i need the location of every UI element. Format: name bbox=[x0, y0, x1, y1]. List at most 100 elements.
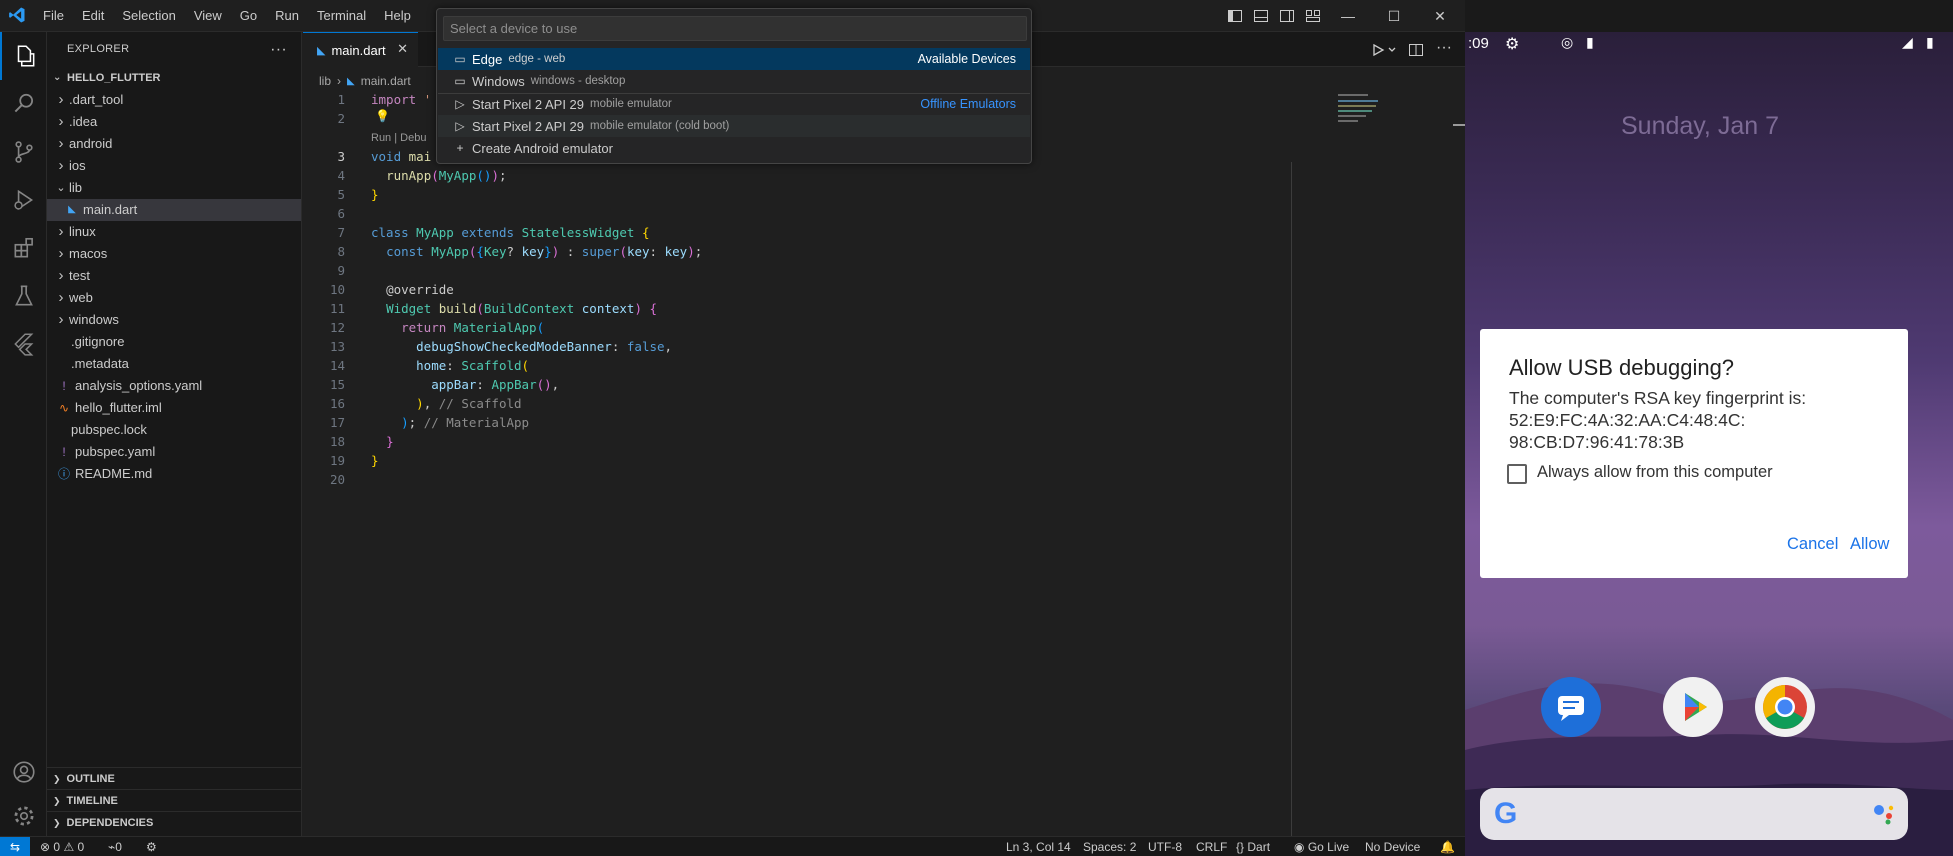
close-tab-icon[interactable]: ✕ bbox=[397, 41, 408, 57]
device-search-input[interactable]: Select a device to use bbox=[443, 16, 1027, 41]
code-line-18: } bbox=[386, 434, 394, 449]
always-allow-checkbox[interactable] bbox=[1507, 464, 1527, 484]
signal-icon: ◢ bbox=[1902, 34, 1913, 50]
breadcrumb-lib[interactable]: lib bbox=[319, 74, 331, 88]
more-actions-icon[interactable]: ··· bbox=[270, 32, 287, 67]
dependencies-section[interactable]: ❯ DEPENDENCIES bbox=[47, 811, 302, 833]
tree-item-ios[interactable]: › ios bbox=[47, 155, 301, 177]
desktop-icon: ▭ bbox=[454, 74, 466, 88]
flutter-activity[interactable] bbox=[0, 320, 47, 368]
accounts-activity[interactable] bbox=[0, 748, 47, 796]
google-search-bar[interactable]: G bbox=[1480, 788, 1908, 840]
code-lens-run-debug[interactable]: Run | Debu bbox=[371, 132, 426, 144]
ports-indicator[interactable]: ⌁0 bbox=[108, 837, 122, 856]
info-file-icon: ⓘ bbox=[57, 467, 70, 481]
toggle-secondary-sidebar-icon[interactable] bbox=[1279, 8, 1295, 24]
tree-item-analysis-options-yaml[interactable]: ! analysis_options.yaml bbox=[47, 375, 301, 397]
editor-more-icon[interactable]: ··· bbox=[1436, 39, 1452, 57]
menu-file[interactable]: File bbox=[34, 0, 73, 32]
menu-terminal[interactable]: Terminal bbox=[308, 0, 375, 32]
always-allow-label[interactable]: Always allow from this computer bbox=[1537, 463, 1773, 482]
tree-item-macos[interactable]: › macos bbox=[47, 243, 301, 265]
remote-indicator[interactable]: ⇆ bbox=[0, 837, 30, 856]
chevron-down-icon: ⌄ bbox=[56, 182, 66, 194]
tab-main-dart[interactable]: ◣ main.dart ✕ bbox=[303, 32, 418, 67]
device-option-start-emulator-cold[interactable]: ▷ Start Pixel 2 API 29 mobile emulator (… bbox=[438, 115, 1030, 137]
cursor-position[interactable]: Ln 3, Col 14 bbox=[1006, 837, 1071, 856]
tree-item-label: analysis_options.yaml bbox=[75, 378, 203, 393]
breadcrumb-main-dart[interactable]: main.dart bbox=[361, 74, 411, 88]
tree-item-dart-tool[interactable]: › .dart_tool bbox=[47, 89, 301, 111]
encoding[interactable]: UTF-8 bbox=[1148, 837, 1182, 856]
menu-edit[interactable]: Edit bbox=[73, 0, 113, 32]
device-option-edge[interactable]: ▭ Edge edge - web Available Devices bbox=[438, 48, 1030, 70]
device-option-start-emulator[interactable]: ▷ Start Pixel 2 API 29 mobile emulator O… bbox=[438, 93, 1030, 115]
menu-run[interactable]: Run bbox=[266, 0, 308, 32]
tree-item-test[interactable]: › test bbox=[47, 265, 301, 287]
tree-item-windows[interactable]: › windows bbox=[47, 309, 301, 331]
tree-item-main-dart[interactable]: ◣ main.dart bbox=[47, 199, 301, 221]
tree-item-pubspec-lock[interactable]: pubspec.lock bbox=[47, 419, 301, 441]
menu-go[interactable]: Go bbox=[231, 0, 266, 32]
tree-item-gitignore[interactable]: .gitignore bbox=[47, 331, 301, 353]
menu-selection[interactable]: Selection bbox=[113, 0, 184, 32]
search-activity[interactable] bbox=[0, 80, 47, 128]
lightbulb-icon[interactable]: 💡 bbox=[375, 109, 390, 123]
extensions-activity[interactable] bbox=[0, 224, 47, 272]
explorer-activity[interactable] bbox=[0, 32, 47, 80]
tree-item-readme-md[interactable]: ⓘ README.md bbox=[47, 463, 301, 485]
language-mode[interactable]: {} Dart bbox=[1236, 837, 1270, 856]
minimize-button[interactable]: — bbox=[1325, 0, 1371, 32]
device-selector[interactable]: No Device bbox=[1365, 837, 1420, 856]
workspace-root[interactable]: ⌄ HELLO_FLUTTER bbox=[47, 67, 301, 89]
debug-status-icon[interactable]: ⚙ bbox=[146, 837, 157, 856]
tree-item-web[interactable]: › web bbox=[47, 287, 301, 309]
messages-app-icon[interactable] bbox=[1541, 677, 1601, 737]
tree-item-label: .dart_tool bbox=[69, 92, 124, 107]
close-window-button[interactable]: ✕ bbox=[1417, 0, 1463, 32]
device-option-create-emulator[interactable]: + Create Android emulator bbox=[438, 137, 1030, 159]
tree-item-lib[interactable]: ⌄ lib bbox=[47, 177, 301, 199]
tree-item-metadata[interactable]: .metadata bbox=[47, 353, 301, 375]
tree-item-pubspec-yaml[interactable]: ! pubspec.yaml bbox=[47, 441, 301, 463]
tree-item-android[interactable]: › android bbox=[47, 133, 301, 155]
tree-item-linux[interactable]: › linux bbox=[47, 221, 301, 243]
source-control-activity[interactable] bbox=[0, 128, 47, 176]
timeline-section[interactable]: ❯ TIMELINE bbox=[47, 789, 302, 811]
tree-item-idea[interactable]: › .idea bbox=[47, 111, 301, 133]
tree-item-hello-flutter-iml[interactable]: ∿ hello_flutter.iml bbox=[47, 397, 301, 419]
problems-indicator[interactable]: ⊗ 0 ⚠ 0 bbox=[40, 837, 84, 856]
chrome-app-icon[interactable] bbox=[1755, 677, 1815, 737]
flask-icon bbox=[14, 285, 33, 306]
customize-layout-icon[interactable] bbox=[1305, 8, 1321, 24]
go-live-button[interactable]: ◉ Go Live bbox=[1294, 837, 1349, 856]
split-editor-icon[interactable] bbox=[1408, 42, 1424, 58]
testing-activity[interactable] bbox=[0, 272, 47, 320]
google-g-icon: G bbox=[1494, 797, 1518, 830]
allow-button[interactable]: Allow bbox=[1850, 535, 1889, 554]
lockscreen-date: Sunday, Jan 7 bbox=[1621, 112, 1779, 140]
run-dropdown-icon[interactable] bbox=[1372, 42, 1398, 58]
line-ending[interactable]: CRLF bbox=[1196, 837, 1227, 856]
line-number: 11 bbox=[329, 301, 345, 316]
outline-section[interactable]: ❯ OUTLINE bbox=[47, 767, 302, 789]
manage-activity[interactable] bbox=[0, 792, 47, 840]
device-option-windows[interactable]: ▭ Windows windows - desktop bbox=[438, 70, 1030, 92]
line-number: 9 bbox=[337, 263, 345, 278]
toggle-primary-sidebar-icon[interactable] bbox=[1227, 8, 1243, 24]
google-assistant-icon[interactable] bbox=[1871, 801, 1897, 827]
play-store-app-icon[interactable] bbox=[1663, 677, 1723, 737]
device-option-label: Windows bbox=[472, 73, 525, 89]
editor-group-divider[interactable] bbox=[1291, 162, 1292, 856]
indentation[interactable]: Spaces: 2 bbox=[1083, 837, 1136, 856]
toggle-panel-icon[interactable] bbox=[1253, 8, 1269, 24]
notifications-bell-icon[interactable]: 🔔 bbox=[1440, 837, 1455, 856]
minimap[interactable] bbox=[1338, 90, 1398, 160]
warning-count: 0 bbox=[77, 840, 85, 854]
menu-view[interactable]: View bbox=[185, 0, 231, 32]
run-debug-activity[interactable] bbox=[0, 176, 47, 224]
cancel-button[interactable]: Cancel bbox=[1787, 535, 1838, 554]
code-line-14: home: Scaffold( bbox=[416, 358, 530, 373]
menu-help[interactable]: Help bbox=[375, 0, 420, 32]
maximize-button[interactable]: ☐ bbox=[1371, 0, 1417, 32]
